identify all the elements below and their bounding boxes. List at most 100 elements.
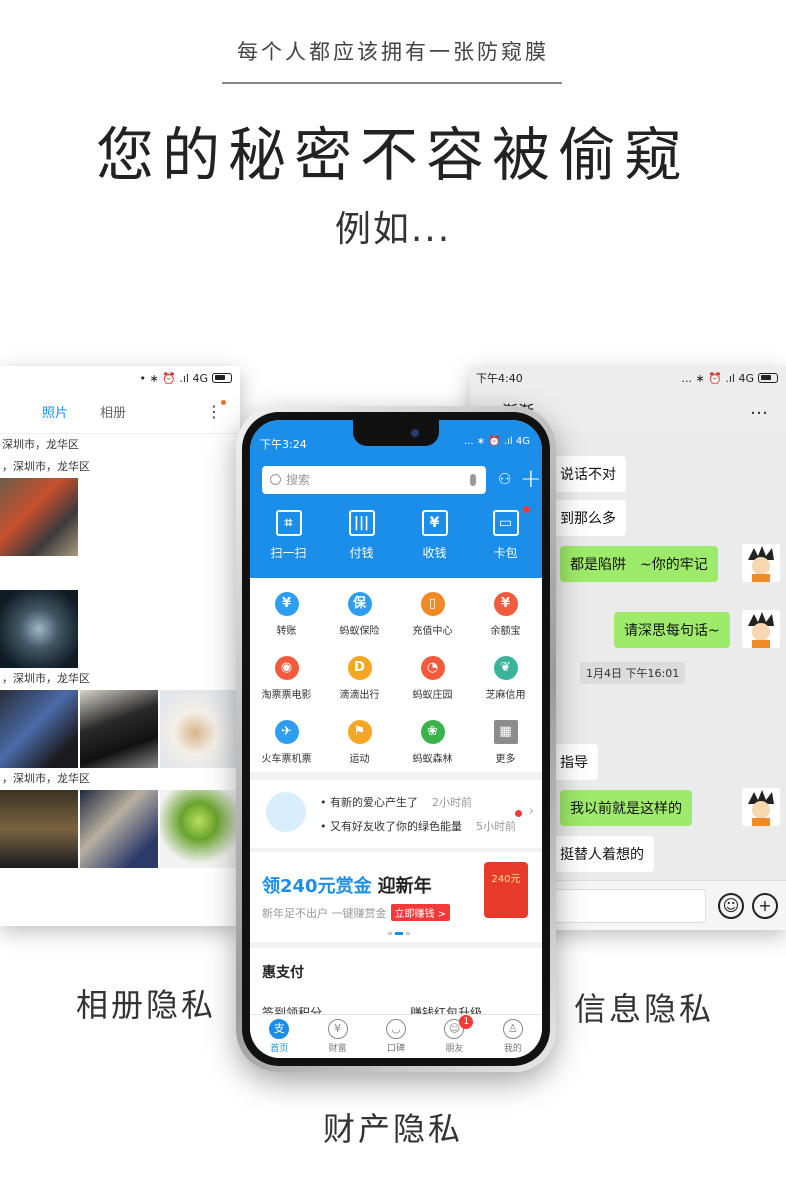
scan-button[interactable]: ⌗ 扫一扫 (252, 510, 325, 561)
camera-icon (411, 429, 419, 437)
pay-button[interactable]: ||| 付钱 (325, 510, 398, 561)
tab-photos[interactable]: 照片 (42, 402, 68, 421)
grid-item-forest[interactable]: ❀ 蚂蚁森林 (396, 720, 469, 765)
transfer-icon: ¥ (274, 592, 299, 616)
subhead: 例如... (334, 209, 452, 250)
grid-item-tickets[interactable]: ✈ 火车票机票 (250, 720, 323, 765)
message-bubble-incoming[interactable]: 到那么多 (550, 500, 626, 536)
section-title: 惠支付 (262, 965, 304, 981)
grid-item-sesame[interactable]: ❦ 芝麻信用 (469, 656, 542, 701)
caption-message-privacy: 信息隐私 (574, 990, 715, 1028)
grid-item-transfer[interactable]: ¥ 转账 (250, 592, 323, 637)
avatar[interactable] (742, 544, 780, 582)
caption-property-privacy: 财产隐私 (322, 1110, 463, 1148)
photo-thumbnail[interactable] (0, 690, 78, 768)
pay-label: 付钱 (349, 546, 374, 560)
phone-bezel: 下午3:24 ... ∗ ⏰ .ıl 4G 搜索 ⚇ + ⌗ 扫一扫 ||| 付… (242, 412, 550, 1066)
photo-thumbnail[interactable] (160, 690, 238, 768)
message-bubble-outgoing[interactable]: 请深思每句话~ (614, 612, 730, 648)
photo-row (0, 590, 240, 668)
grid-item-didi[interactable]: D 滴滴出行 (323, 656, 396, 701)
photo-thumbnail[interactable] (0, 478, 78, 556)
cards-button[interactable]: ▭ 卡包 (469, 510, 542, 561)
status-icons: • ∗ ⏰ .ıl 4G (139, 371, 208, 385)
plus-icon[interactable]: + (520, 464, 542, 494)
phone-icon: ▯ (420, 592, 445, 616)
person-icon: ♙ (502, 1019, 523, 1039)
grid-item-insurance[interactable]: 保 蚂蚁保险 (323, 592, 396, 637)
grid-item-more[interactable]: ▦ 更多 (469, 720, 542, 765)
barcode-icon: ||| (348, 510, 375, 536)
message-bubble-incoming[interactable]: 挺替人着想的 (550, 836, 654, 872)
carousel-dot (388, 932, 392, 935)
chicken-icon: ◔ (420, 656, 445, 680)
message-bubble-incoming[interactable]: 说话不对 (550, 456, 626, 492)
grid-item-yuebao[interactable]: ¥ 余额宝 (469, 592, 542, 637)
wealth-icon: ¥ (327, 1019, 348, 1039)
message-timestamp: 1月4日 下午16:01 (580, 662, 686, 684)
promo-banner[interactable]: 领240元赏金 迎新年 新年足不出户 一键赚赏金 立即赚钱 > 240元 (250, 852, 542, 942)
tab-albums[interactable]: 相册 (100, 402, 126, 421)
grid-label: 充值中心 (412, 626, 453, 637)
photo-row (0, 790, 240, 868)
notification-dot (515, 810, 522, 817)
collect-button[interactable]: ¥ 收钱 (398, 510, 471, 561)
divider (222, 82, 562, 84)
message-bubble-incoming[interactable]: 指导 (550, 744, 598, 780)
notch (353, 420, 439, 446)
caption-album-privacy: 相册隐私 (76, 986, 217, 1024)
earn-now-button[interactable]: 立即赚钱 > (390, 904, 451, 921)
grid-label: 芝麻信用 (485, 690, 526, 701)
grid-label: 蚂蚁庄园 (412, 690, 453, 701)
tab-label: 首页 (270, 1044, 289, 1054)
carousel-dots (388, 932, 410, 935)
photo-row (0, 478, 240, 556)
bottom-tab-bar: 支 首页 ¥ 财富 ◡ 口碑 ☺ 朋友 1 ♙ 我的 (250, 1014, 542, 1058)
notice-line: • 有新的爱心产生了 2小时前 (320, 794, 472, 810)
grid-item-farm[interactable]: ◔ 蚂蚁庄园 (396, 656, 469, 701)
carousel-dot (406, 932, 410, 935)
unread-badge: 1 (459, 1015, 474, 1029)
tab-me[interactable]: ♙ 我的 (484, 1015, 542, 1058)
grid-label: 余额宝 (490, 626, 521, 637)
collect-label: 收钱 (422, 546, 447, 560)
grid-label: 蚂蚁森林 (412, 754, 453, 765)
tab-home[interactable]: 支 首页 (250, 1015, 308, 1058)
avatar-cartoon-icon (748, 612, 774, 648)
tab-koubei[interactable]: ◡ 口碑 (367, 1015, 425, 1058)
cards-label: 卡包 (493, 546, 518, 560)
headline: 您的秘密不容被偷窥 (95, 121, 690, 189)
service-grid: ¥ 转账 保 蚂蚁保险 ▯ 充值中心 ¥ 余额宝 ◉ 淘票票电影 D 滴滴出行 … (250, 578, 542, 772)
alipay-home-icon: 支 (269, 1019, 290, 1039)
kebab-icon[interactable]: ⋮ (206, 402, 222, 421)
search-input[interactable]: 搜索 (262, 466, 486, 494)
photo-thumbnail[interactable] (0, 590, 78, 668)
emoji-icon[interactable]: ☺ (718, 893, 744, 919)
movie-icon: ◉ (274, 656, 299, 680)
photo-thumbnail[interactable] (160, 790, 238, 868)
contacts-icon[interactable]: ⚇ (498, 470, 516, 488)
grid-item-topup[interactable]: ▯ 充值中心 (396, 592, 469, 637)
avatar[interactable] (742, 788, 780, 826)
more-icon[interactable]: … (750, 398, 768, 419)
grid-item-movies[interactable]: ◉ 淘票票电影 (250, 656, 323, 701)
tab-friends[interactable]: ☺ 朋友 1 (425, 1015, 483, 1058)
album-tabs: 照片 相册 ⋮ (0, 390, 240, 434)
grid-item-sport[interactable]: ⚑ 运动 (323, 720, 396, 765)
avatar-cartoon-icon (748, 546, 774, 582)
promo-title-accent: 迎新年 (377, 876, 432, 897)
message-bubble-outgoing[interactable]: 我以前就是这样的 (560, 790, 692, 826)
photo-thumbnail[interactable] (80, 690, 158, 768)
photo-thumbnail[interactable] (0, 790, 78, 868)
grid-label: 更多 (495, 754, 516, 765)
promo-title: 领240元赏金 迎新年 (262, 872, 432, 898)
photo-thumbnail[interactable] (80, 790, 158, 868)
avatar[interactable] (742, 610, 780, 648)
mic-icon[interactable] (470, 474, 476, 486)
tab-label: 口碑 (387, 1044, 406, 1054)
message-bubble-outgoing[interactable]: 都是陷阱 ~你的牢记 (560, 546, 718, 582)
notification-card[interactable]: • 有新的爱心产生了 2小时前 • 又有好友收了你的绿色能量 5小时前 › (250, 780, 542, 848)
tab-wealth[interactable]: ¥ 财富 (308, 1015, 366, 1058)
grid-label: 蚂蚁保险 (339, 626, 380, 637)
add-icon[interactable]: + (752, 893, 778, 919)
